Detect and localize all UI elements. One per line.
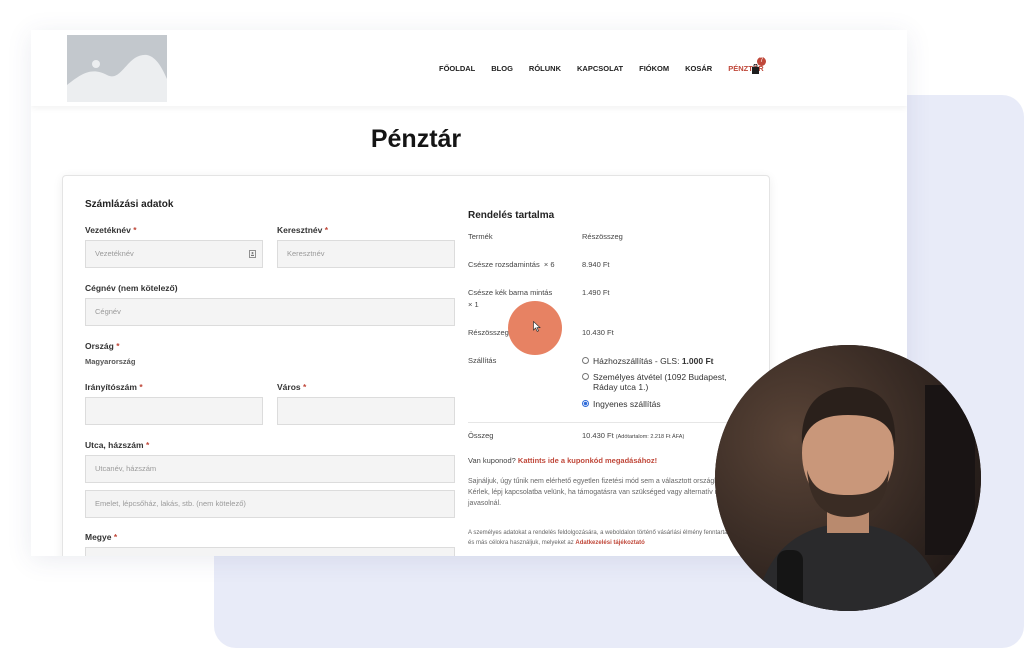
county-label: Megye * xyxy=(85,532,118,542)
lastname-placeholder: Vezetéknév xyxy=(95,249,134,258)
zip-label: Irányítószám * xyxy=(85,382,143,392)
order-item-2-name: Csésze kék barna mintás xyxy=(468,288,553,297)
nav-item-about[interactable]: RÓLUNK xyxy=(529,64,561,73)
shipping-option-free[interactable]: Ingyenes szállítás xyxy=(582,399,661,409)
country-value: Magyarország xyxy=(85,357,136,366)
nav-item-blog[interactable]: BLOG xyxy=(491,64,513,73)
county-select[interactable] xyxy=(85,547,455,556)
street-input[interactable]: Utcanév, házszám xyxy=(85,455,455,483)
order-item-2-qty: × 1 xyxy=(468,300,479,309)
street2-input[interactable]: Emelet, lépcsőház, lakás, stb. (nem köte… xyxy=(85,490,455,518)
street-label: Utca, házszám * xyxy=(85,440,150,450)
country-label: Ország * xyxy=(85,341,120,351)
coupon-link[interactable]: Kattints ide a kuponkód megadásához! xyxy=(518,456,657,465)
site-header: FŐOLDAL BLOG RÓLUNK KAPCSOLAT FIÓKOM KOS… xyxy=(31,30,907,106)
no-payment-notice: Sajnáljuk, úgy tűnik nem elérhető egyetl… xyxy=(468,478,747,507)
radio-unchecked-icon xyxy=(582,357,589,364)
shipping-option-pickup-label: Személyes átvétel (1092 Budapest, Ráday … xyxy=(593,372,727,392)
order-item-1-price: 8.940 Ft xyxy=(582,260,610,269)
total-value: 10.430 Ft (Adótartalom: 2.218 Ft ÁFA) xyxy=(582,431,685,440)
lastname-input[interactable]: Vezetéknév xyxy=(85,240,263,268)
webcam-overlay xyxy=(715,345,981,611)
shipping-option-pickup[interactable]: Személyes átvétel (1092 Budapest, Ráday … xyxy=(582,372,742,392)
city-input[interactable] xyxy=(277,397,455,425)
col-product-header: Termék xyxy=(468,232,493,241)
radio-unchecked-icon xyxy=(582,373,589,380)
logo-placeholder[interactable] xyxy=(67,35,167,102)
subtotal-value: 10.430 Ft xyxy=(582,328,614,337)
subtotal-label: Részösszeg xyxy=(468,328,509,337)
page-title: Pénztár xyxy=(370,125,462,153)
shipping-label: Szállítás xyxy=(468,356,497,365)
shipping-option-free-label: Ingyenes szállítás xyxy=(593,399,661,409)
firstname-label: Keresztnév * xyxy=(277,225,329,235)
lastname-label: Vezetéknév * xyxy=(85,225,137,235)
nav-item-cart[interactable]: KOSÁR xyxy=(685,64,712,73)
contact-card-icon xyxy=(249,250,256,258)
cart-button[interactable]: 7 xyxy=(751,57,766,79)
main-nav: FŐOLDAL BLOG RÓLUNK KAPCSOLAT FIÓKOM KOS… xyxy=(439,64,780,73)
billing-title: Számlázási adatok xyxy=(85,199,174,210)
order-item-2-price: 1.490 Ft xyxy=(582,288,610,297)
company-label: Cégnév (nem kötelező) xyxy=(85,283,178,293)
shipping-option-gls[interactable]: Házhozszállítás - GLS: 1.000 Ft xyxy=(582,356,713,366)
privacy-link[interactable]: Adatkezelési tájékoztató xyxy=(575,540,644,546)
city-label: Város * xyxy=(277,382,307,392)
divider xyxy=(468,422,748,423)
order-title: Rendelés tartalma xyxy=(468,210,555,221)
col-subtotal-header: Részösszeg xyxy=(582,232,623,241)
presenter-avatar xyxy=(715,345,981,611)
zip-input[interactable] xyxy=(85,397,263,425)
company-input[interactable]: Cégnév xyxy=(85,298,455,326)
mouse-pointer-icon xyxy=(533,321,541,332)
nav-item-contact[interactable]: KAPCSOLAT xyxy=(577,64,623,73)
nav-item-account[interactable]: FIÓKOM xyxy=(639,64,669,73)
shipping-option-gls-label: Házhozszállítás - GLS: 1.000 Ft xyxy=(593,356,714,366)
privacy-notice: A személyes adatokat a rendelés feldolgo… xyxy=(468,530,744,546)
firstname-input[interactable]: Keresztnév xyxy=(277,240,455,268)
total-label: Összeg xyxy=(468,431,494,440)
image-placeholder-icon xyxy=(67,35,167,102)
checkout-card: Számlázási adatok Vezetéknév * Vezetékné… xyxy=(62,175,770,556)
nav-item-home[interactable]: FŐOLDAL xyxy=(439,64,475,73)
cart-count-badge: 7 xyxy=(757,57,766,66)
coupon-row: Van kuponod? Kattints ide a kuponkód meg… xyxy=(468,456,658,465)
radio-checked-icon xyxy=(582,400,589,407)
order-item-1-name: Csésze rozsdamintás × 6 xyxy=(468,260,555,269)
